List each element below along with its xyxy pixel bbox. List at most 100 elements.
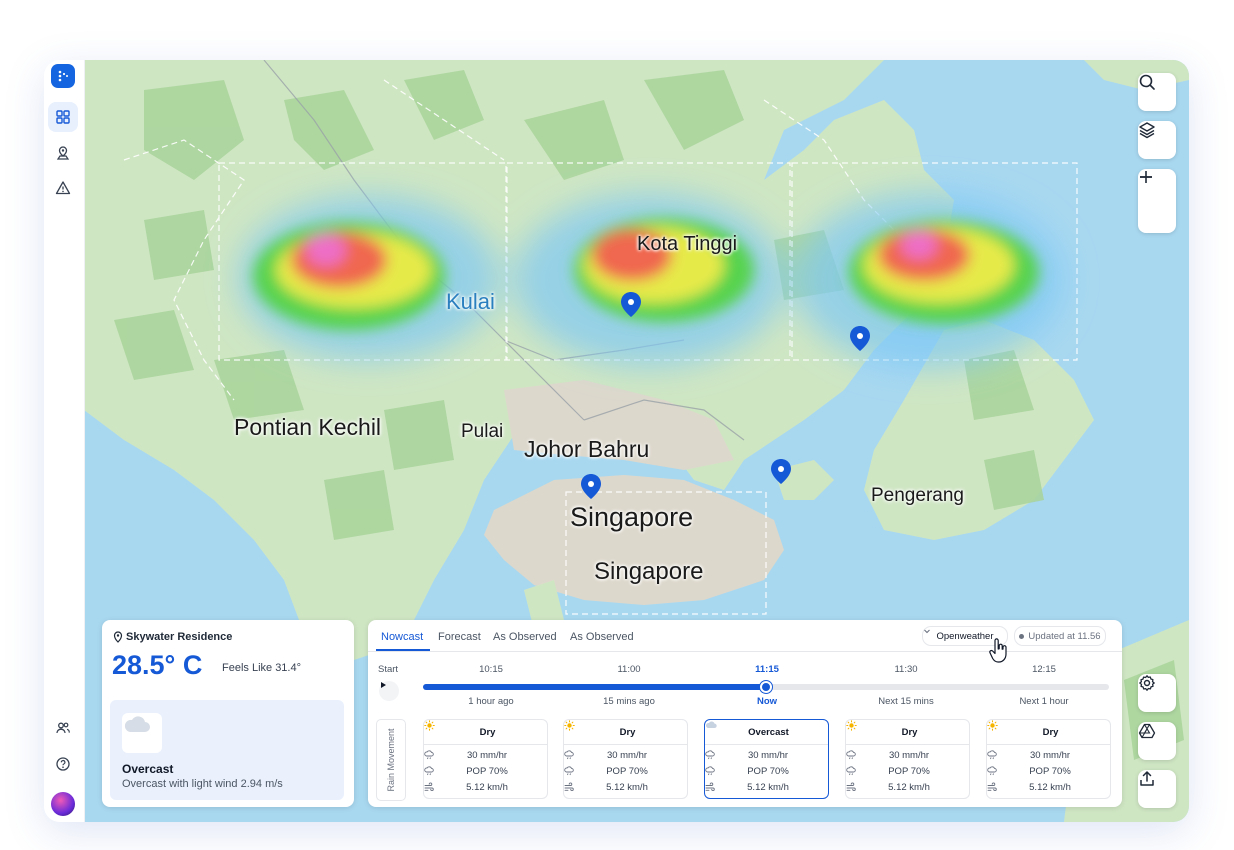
timeline-relative: 15 mins ago bbox=[603, 696, 655, 707]
feels-like: Feels Like 31.4° bbox=[222, 662, 301, 674]
slot-wind-value: 5.12 km/h bbox=[888, 782, 930, 793]
slot-rain: 30 mm/hr bbox=[424, 750, 547, 761]
avatar[interactable] bbox=[51, 792, 75, 816]
dashboard-button[interactable] bbox=[48, 102, 78, 132]
timeline-time: 10:15 bbox=[479, 664, 503, 675]
zoom-control bbox=[1138, 169, 1176, 233]
drive-button[interactable] bbox=[1138, 722, 1176, 760]
slot-wind-value: 5.12 km/h bbox=[606, 782, 648, 793]
timeline-relative: Next 15 mins bbox=[878, 696, 934, 707]
slot-pop-value: POP 70% bbox=[1029, 766, 1071, 777]
timeline-time: 12:15 bbox=[1032, 664, 1056, 675]
slot-rain: 30 mm/hr bbox=[846, 750, 969, 761]
slot-wind: 5.12 km/h bbox=[564, 782, 687, 793]
cloud-icon bbox=[122, 713, 162, 753]
location-name: Skywater Residence bbox=[126, 631, 233, 643]
timeline-slider[interactable] bbox=[423, 681, 1109, 693]
slot-condition: Dry bbox=[424, 720, 547, 745]
city-label: Kulai bbox=[446, 289, 495, 314]
help-button[interactable] bbox=[48, 749, 78, 779]
settings-button[interactable] bbox=[1138, 674, 1176, 712]
condition-panel: Overcast Overcast with light wind 2.94 m… bbox=[110, 700, 344, 800]
slot-wind: 5.12 km/h bbox=[705, 782, 828, 793]
slot-pop: POP 70% bbox=[564, 766, 687, 777]
alerts-button[interactable] bbox=[48, 173, 78, 203]
drive-icon bbox=[1138, 723, 1156, 739]
timeline-relative-now: Now bbox=[756, 696, 778, 707]
slot-condition: Dry bbox=[987, 720, 1110, 745]
forecast-slot[interactable]: Dry 30 mm/hr POP 70% 5.12 km/h bbox=[986, 719, 1111, 799]
play-icon bbox=[381, 682, 386, 688]
slot-condition: Dry bbox=[846, 720, 969, 745]
slot-pop-value: POP 70% bbox=[466, 766, 508, 777]
slot-rain: 30 mm/hr bbox=[987, 750, 1110, 761]
slot-pop: POP 70% bbox=[987, 766, 1110, 777]
layers-button[interactable] bbox=[1138, 121, 1176, 159]
forecast-slot[interactable]: Dry 30 mm/hr POP 70% 5.12 km/h bbox=[423, 719, 548, 799]
slot-rain: 30 mm/hr bbox=[705, 750, 828, 761]
tab-forecast[interactable]: Forecast bbox=[438, 631, 481, 643]
forecast-slot[interactable]: Dry 30 mm/hr POP 70% 5.12 km/h bbox=[563, 719, 688, 799]
slot-pop-value: POP 70% bbox=[606, 766, 648, 777]
slot-condition-label: Dry bbox=[619, 726, 636, 738]
forecast-slot[interactable]: Dry 30 mm/hr POP 70% 5.12 km/h bbox=[845, 719, 970, 799]
city-label: Singapore bbox=[570, 502, 694, 532]
slot-condition-label: Overcast bbox=[748, 726, 789, 738]
search-button[interactable] bbox=[1138, 73, 1176, 111]
rain-movement-label: Rain Movement bbox=[386, 728, 396, 792]
gear-icon bbox=[1139, 675, 1155, 691]
hand-cursor-icon bbox=[989, 638, 1007, 663]
current-temperature: 28.5° C bbox=[112, 650, 203, 680]
slot-pop-value: POP 70% bbox=[888, 766, 930, 777]
share-button[interactable] bbox=[1138, 770, 1176, 808]
users-icon bbox=[56, 722, 70, 734]
slot-rain: 30 mm/hr bbox=[564, 750, 687, 761]
slot-condition-label: Dry bbox=[479, 726, 496, 738]
timeline-time: 11:30 bbox=[894, 664, 918, 675]
tab-nowcast[interactable]: Nowcast bbox=[381, 631, 423, 643]
slot-rain-value: 30 mm/hr bbox=[747, 750, 789, 761]
provider-label: Openweather bbox=[936, 630, 994, 642]
timeline-relative: Next 1 hour bbox=[1019, 696, 1069, 707]
slot-pop: POP 70% bbox=[424, 766, 547, 777]
zoom-out-button[interactable] bbox=[1138, 176, 1176, 233]
slot-pop-value: POP 70% bbox=[747, 766, 789, 777]
slot-wind-value: 5.12 km/h bbox=[1029, 782, 1071, 793]
status-dot bbox=[1019, 633, 1025, 639]
grid-icon bbox=[56, 110, 70, 124]
slot-condition: Overcast bbox=[705, 720, 828, 745]
slot-rain-value: 30 mm/hr bbox=[888, 750, 930, 761]
play-button[interactable] bbox=[379, 681, 399, 701]
slot-wind-value: 5.12 km/h bbox=[747, 782, 789, 793]
app-logo[interactable] bbox=[51, 64, 75, 88]
users-button[interactable] bbox=[48, 713, 78, 743]
upload-icon bbox=[1140, 771, 1154, 786]
slot-pop: POP 70% bbox=[705, 766, 828, 777]
app-window: Kota Tinggi Kulai Pontian Kechil Pulai J… bbox=[44, 60, 1189, 822]
timeline-start-label: Start bbox=[378, 664, 399, 675]
tab-as-observed[interactable]: As Observed bbox=[493, 631, 557, 643]
slot-wind-value: 5.12 km/h bbox=[466, 782, 508, 793]
updated-label: Updated at 11.56 bbox=[1028, 630, 1101, 642]
timeline-progress bbox=[423, 684, 766, 690]
rain-movement-toggle[interactable]: Rain Movement bbox=[376, 719, 406, 801]
city-label: Pontian Kechil bbox=[234, 414, 382, 440]
tab-as-observed-2[interactable]: As Observed bbox=[570, 631, 634, 643]
slot-rain-value: 30 mm/hr bbox=[606, 750, 648, 761]
city-label: Kota Tinggi bbox=[637, 233, 738, 255]
forecast-slot-now[interactable]: Overcast 30 mm/hr POP 70% 5.12 km/h bbox=[704, 719, 829, 799]
slot-rain-value: 30 mm/hr bbox=[1029, 750, 1071, 761]
weather-map[interactable]: Kota Tinggi Kulai Pontian Kechil Pulai J… bbox=[84, 60, 1189, 822]
locations-button[interactable] bbox=[48, 138, 78, 168]
forecast-panel: Nowcast Forecast As Observed As Observed… bbox=[368, 620, 1122, 807]
location-card: Skywater Residence 28.5° C Feels Like 31… bbox=[102, 620, 354, 807]
condition-title: Overcast bbox=[122, 762, 174, 776]
slot-condition: Dry bbox=[564, 720, 687, 745]
city-label: Pengerang bbox=[871, 485, 964, 506]
city-label: Pulai bbox=[461, 421, 504, 442]
timeline-handle[interactable] bbox=[760, 681, 772, 693]
timeline-time: 11:00 bbox=[617, 664, 641, 675]
location-pin-icon bbox=[113, 631, 123, 643]
slot-wind: 5.12 km/h bbox=[987, 782, 1110, 793]
timeline-time-now: 11:15 bbox=[755, 664, 779, 675]
